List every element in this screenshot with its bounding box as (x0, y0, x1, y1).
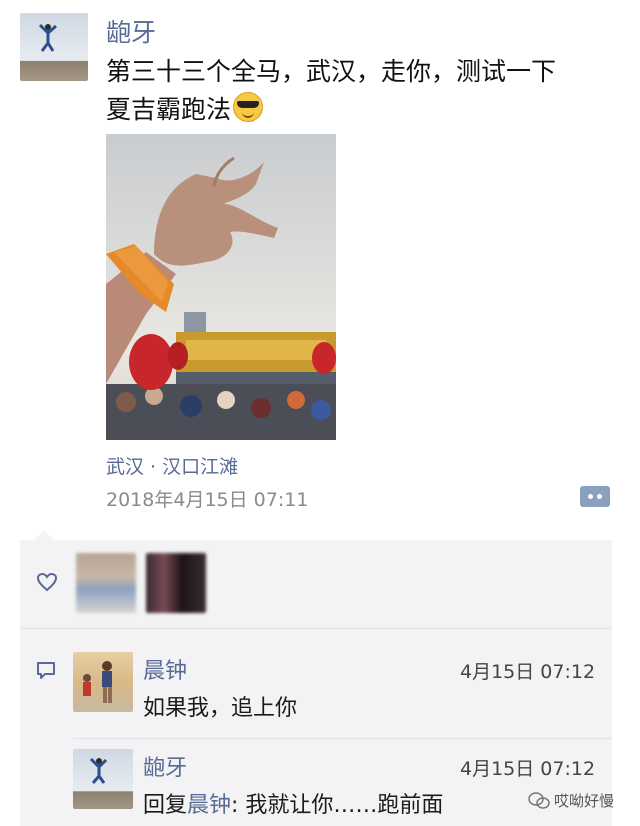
jumping-figure-icon (38, 23, 57, 52)
comment-author-name[interactable]: 晨钟 (143, 653, 187, 685)
likes-comments-divider (20, 628, 612, 629)
watermark-text: 哎呦好慢 (554, 792, 615, 810)
post-location[interactable]: 武汉 · 汉口江滩 (106, 452, 238, 479)
marathon-hand-photo (106, 134, 336, 440)
reply-body: : 我就让你……跑前面 (231, 793, 444, 818)
comment-icon (35, 661, 57, 681)
post-text-line1: 第三十三个全马，武汉，走你，测试一下 (106, 57, 557, 86)
reply-text: 回复晨钟: 我就让你……跑前面 (143, 787, 443, 819)
watermark: 哎呦好慢 (528, 790, 614, 811)
dot-icon (588, 494, 593, 499)
reply-prefix: 回复 (143, 793, 188, 818)
post-text: 第三十三个全马，武汉，走你，测试一下 夏吉霸跑法 (106, 53, 626, 129)
commenter-avatar[interactable] (73, 652, 133, 712)
wechat-logo-icon (528, 792, 550, 809)
heart-icon (36, 572, 58, 592)
commenter-avatar[interactable] (73, 749, 133, 809)
runner-photo-icon (83, 661, 112, 703)
post-author-name[interactable]: 龅牙 (106, 13, 156, 49)
post-text-line2-text: 夏吉霸跑法 (106, 95, 232, 124)
jumping-figure-icon (89, 757, 108, 784)
reply-author-name[interactable]: 龅牙 (143, 750, 187, 782)
comment-time: 4月15日 07:12 (460, 661, 596, 683)
post-datetime: 2018年4月15日 07:11 (106, 489, 309, 511)
reply-time: 4月15日 07:12 (460, 758, 596, 780)
post-photo[interactable] (106, 134, 336, 440)
post-text-line2: 夏吉霸跑法 (106, 91, 626, 129)
like-avatar[interactable] (76, 553, 136, 613)
more-actions-button[interactable] (580, 486, 610, 507)
comments-divider (73, 738, 612, 739)
reply-to-name[interactable]: 晨钟 (187, 793, 231, 818)
author-avatar[interactable] (20, 13, 88, 81)
cool-sunglasses-emoji-icon (233, 92, 264, 122)
dot-icon (597, 494, 602, 499)
panel-pointer (34, 530, 54, 540)
comment-text: 如果我，追上你 (143, 696, 298, 721)
like-avatar[interactable] (146, 553, 206, 613)
